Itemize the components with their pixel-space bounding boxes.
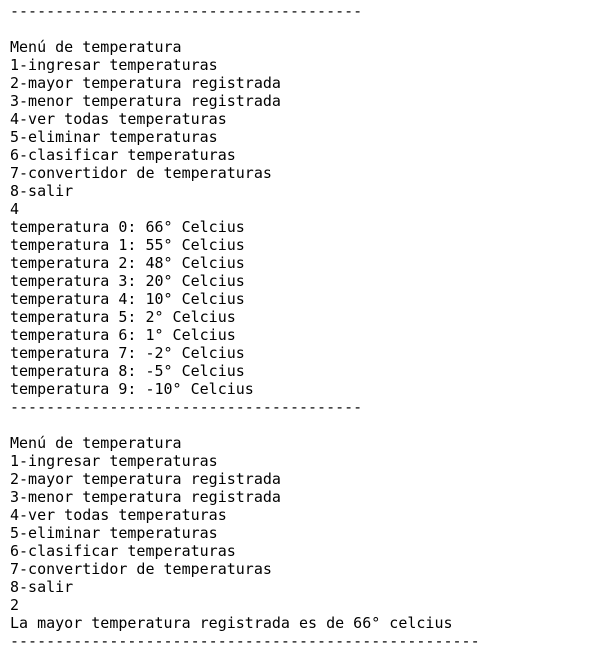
temperature-line: temperatura 4: 10° Celcius — [10, 290, 245, 308]
console-lines: --------------------------------------- … — [10, 2, 480, 650]
menu-option-3: 3-menor temperatura registrada — [10, 488, 281, 506]
temperature-line: temperatura 3: 20° Celcius — [10, 272, 245, 290]
separator-line: --------------------------------------- — [10, 398, 363, 416]
menu-option-1: 1-ingresar temperaturas — [10, 452, 218, 470]
temperature-line: temperatura 1: 55° Celcius — [10, 236, 245, 254]
menu-option-2: 2-mayor temperatura registrada — [10, 74, 281, 92]
result-line: La mayor temperatura registrada es de 66… — [10, 614, 453, 632]
menu-option-5: 5-eliminar temperaturas — [10, 524, 218, 542]
separator-line: ----------------------------------------… — [10, 632, 480, 650]
user-input: 4 — [10, 200, 20, 218]
temperature-line: temperatura 2: 48° Celcius — [10, 254, 245, 272]
separator-line: --------------------------------------- — [10, 2, 363, 20]
menu-title: Menú de temperatura — [10, 38, 182, 56]
user-input: 2 — [10, 596, 20, 614]
temperature-line: temperatura 5: 2° Celcius — [10, 308, 236, 326]
menu-option-7: 7-convertidor de temperaturas — [10, 164, 272, 182]
menu-option-1: 1-ingresar temperaturas — [10, 56, 218, 74]
menu-option-6: 6-clasificar temperaturas — [10, 542, 236, 560]
menu-option-2: 2-mayor temperatura registrada — [10, 470, 281, 488]
temperature-line: temperatura 9: -10° Celcius — [10, 380, 254, 398]
console-output[interactable]: --------------------------------------- … — [0, 0, 601, 658]
menu-option-5: 5-eliminar temperaturas — [10, 128, 218, 146]
menu-option-7: 7-convertidor de temperaturas — [10, 560, 272, 578]
menu-option-4: 4-ver todas temperaturas — [10, 506, 227, 524]
temperature-line: temperatura 8: -5° Celcius — [10, 362, 245, 380]
menu-title: Menú de temperatura — [10, 434, 182, 452]
menu-option-3: 3-menor temperatura registrada — [10, 92, 281, 110]
menu-option-4: 4-ver todas temperaturas — [10, 110, 227, 128]
temperature-line: temperatura 0: 66° Celcius — [10, 218, 245, 236]
menu-option-6: 6-clasificar temperaturas — [10, 146, 236, 164]
temperature-line: temperatura 6: 1° Celcius — [10, 326, 236, 344]
temperature-line: temperatura 7: -2° Celcius — [10, 344, 245, 362]
menu-option-8: 8-salir — [10, 578, 74, 596]
menu-option-8: 8-salir — [10, 182, 74, 200]
